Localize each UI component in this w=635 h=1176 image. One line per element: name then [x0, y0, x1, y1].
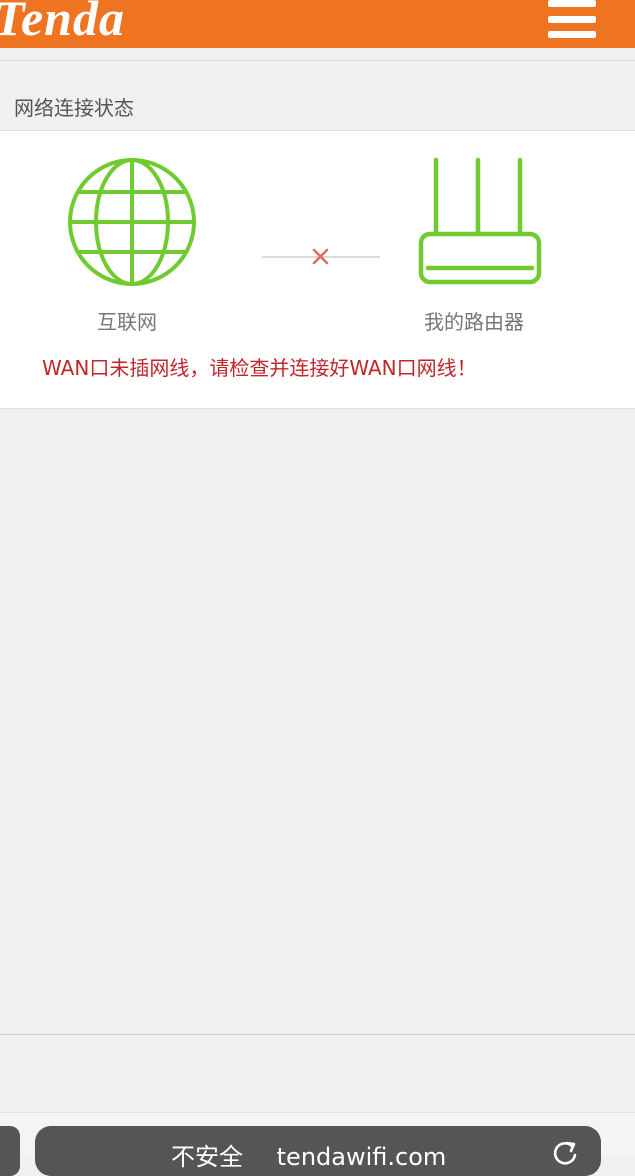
address-text: 不安全 tendawifi.com [51, 1140, 446, 1174]
router-icon [418, 157, 542, 285]
security-label: 不安全 [171, 1143, 243, 1171]
content-divider [0, 1034, 635, 1035]
internet-label: 互联网 [97, 310, 157, 334]
header-divider [0, 60, 635, 61]
connection-line [262, 248, 380, 265]
url-text: tendawifi.com [276, 1143, 447, 1171]
hamburger-menu-icon[interactable] [548, 0, 598, 40]
section-title: 网络连接状态 [14, 96, 134, 120]
top-bar: Tenda [0, 0, 635, 48]
router-label: 我的路由器 [424, 310, 524, 334]
address-bar[interactable]: 不安全 tendawifi.com [35, 1126, 601, 1176]
wan-warning-message: WAN口未插网线，请检查并连接好WAN口网线！ [42, 356, 477, 380]
globe-icon [68, 158, 196, 286]
browser-tabs-button[interactable] [0, 1126, 20, 1176]
reload-icon[interactable] [550, 1138, 580, 1168]
tenda-logo: Tenda [0, 0, 125, 46]
